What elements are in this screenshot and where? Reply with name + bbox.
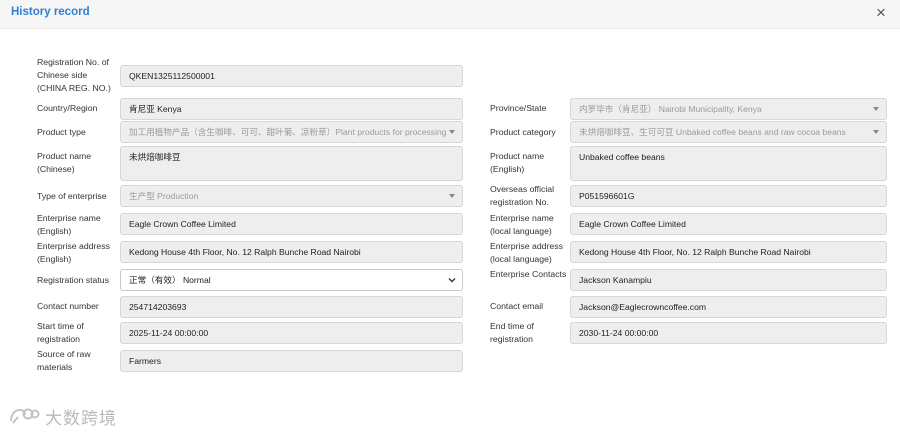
- caret-down-icon: [873, 130, 879, 134]
- enterprise-type-value: 生产型 Production: [129, 191, 199, 201]
- enterprise-addr-local-label: Enterprise address (local language): [490, 241, 563, 264]
- enterprise-addr-local-field[interactable]: Kedong House 4th Floor, No. 12 Ralph Bun…: [570, 241, 887, 263]
- enterprise-type-label: Type of enterprise: [37, 191, 107, 201]
- reg-status-label: Registration status: [37, 275, 109, 285]
- reg-no-label: Registration No. of Chinese side (CHINA …: [37, 57, 111, 93]
- contacts-field[interactable]: Jackson Kanampiu: [570, 269, 887, 291]
- caret-down-icon: [449, 194, 455, 198]
- enterprise-name-en-field[interactable]: Eagle Crown Coffee Limited: [120, 213, 463, 235]
- caret-down-icon: [449, 130, 455, 134]
- enterprise-name-local-label: Enterprise name (local language): [490, 213, 554, 236]
- watermark-logo-icon: [10, 408, 40, 424]
- modal-title: History record: [11, 6, 90, 18]
- contact-number-field[interactable]: 254714203693: [120, 296, 463, 318]
- product-type-select[interactable]: 加工用植物产品（含生咖啡、可可、甜叶菊、凉粉草）Plant products f…: [120, 121, 463, 143]
- enterprise-name-local-field[interactable]: Eagle Crown Coffee Limited: [570, 213, 887, 235]
- contacts-label: Enterprise Contacts: [490, 269, 567, 279]
- overseas-reg-field[interactable]: P051596601G: [570, 185, 887, 207]
- modal-header: History record ×: [0, 0, 900, 29]
- end-time-label: End time of registration: [490, 321, 534, 344]
- reg-no-field[interactable]: QKEN1325112500001: [120, 65, 463, 87]
- contact-email-label: Contact email: [490, 301, 544, 311]
- enterprise-addr-en-field[interactable]: Kedong House 4th Floor, No. 12 Ralph Bun…: [120, 241, 463, 263]
- enterprise-addr-en-label: Enterprise address (English): [37, 241, 110, 264]
- product-type-label: Product type: [37, 127, 86, 137]
- watermark: 大数跨境: [8, 404, 117, 428]
- product-type-value: 加工用植物产品（含生咖啡、可可、甜叶菊、凉粉草）Plant products f…: [129, 127, 447, 137]
- caret-down-icon: [873, 107, 879, 111]
- province-select[interactable]: 内罗毕市（肯尼亚） Nairobi Municipality, Kenya: [570, 98, 887, 120]
- reg-status-select[interactable]: 正常（有效） Normal: [120, 269, 463, 291]
- enterprise-type-select[interactable]: 生产型 Production: [120, 185, 463, 207]
- raw-source-field[interactable]: Farmers: [120, 350, 463, 372]
- reg-status-value: 正常（有效） Normal: [129, 275, 211, 285]
- province-value: 内罗毕市（肯尼亚） Nairobi Municipality, Kenya: [579, 104, 762, 114]
- product-name-cn-field[interactable]: 未烘焙咖啡豆: [120, 146, 463, 181]
- overseas-reg-label: Overseas official registration No.: [490, 184, 555, 207]
- product-name-en-field[interactable]: Unbaked coffee beans: [570, 146, 887, 181]
- raw-source-label: Source of raw materials: [37, 349, 91, 372]
- chevron-down-icon: [448, 278, 456, 283]
- product-name-cn-label: Product name (Chinese): [37, 151, 92, 174]
- watermark-text: 大数跨境: [45, 408, 117, 428]
- product-category-select[interactable]: 未烘焙咖啡豆、生可可豆 Unbaked coffee beans and raw…: [570, 121, 887, 143]
- province-label: Province/State: [490, 103, 547, 113]
- product-category-label: Product category: [490, 127, 556, 137]
- start-time-field[interactable]: 2025-11-24 00:00:00: [120, 322, 463, 344]
- start-time-label: Start time of registration: [37, 321, 84, 344]
- end-time-field[interactable]: 2030-11-24 00:00:00: [570, 322, 887, 344]
- product-category-value: 未烘焙咖啡豆、生可可豆 Unbaked coffee beans and raw…: [579, 127, 846, 137]
- contact-number-label: Contact number: [37, 301, 99, 311]
- enterprise-name-en-label: Enterprise name (English): [37, 213, 101, 236]
- close-icon[interactable]: ×: [873, 4, 889, 22]
- country-field[interactable]: 肯尼亚 Kenya: [120, 98, 463, 120]
- country-label: Country/Region: [37, 103, 98, 113]
- product-name-en-label: Product name (English): [490, 151, 545, 174]
- contact-email-field[interactable]: Jackson@Eaglecrowncoffee.com: [570, 296, 887, 318]
